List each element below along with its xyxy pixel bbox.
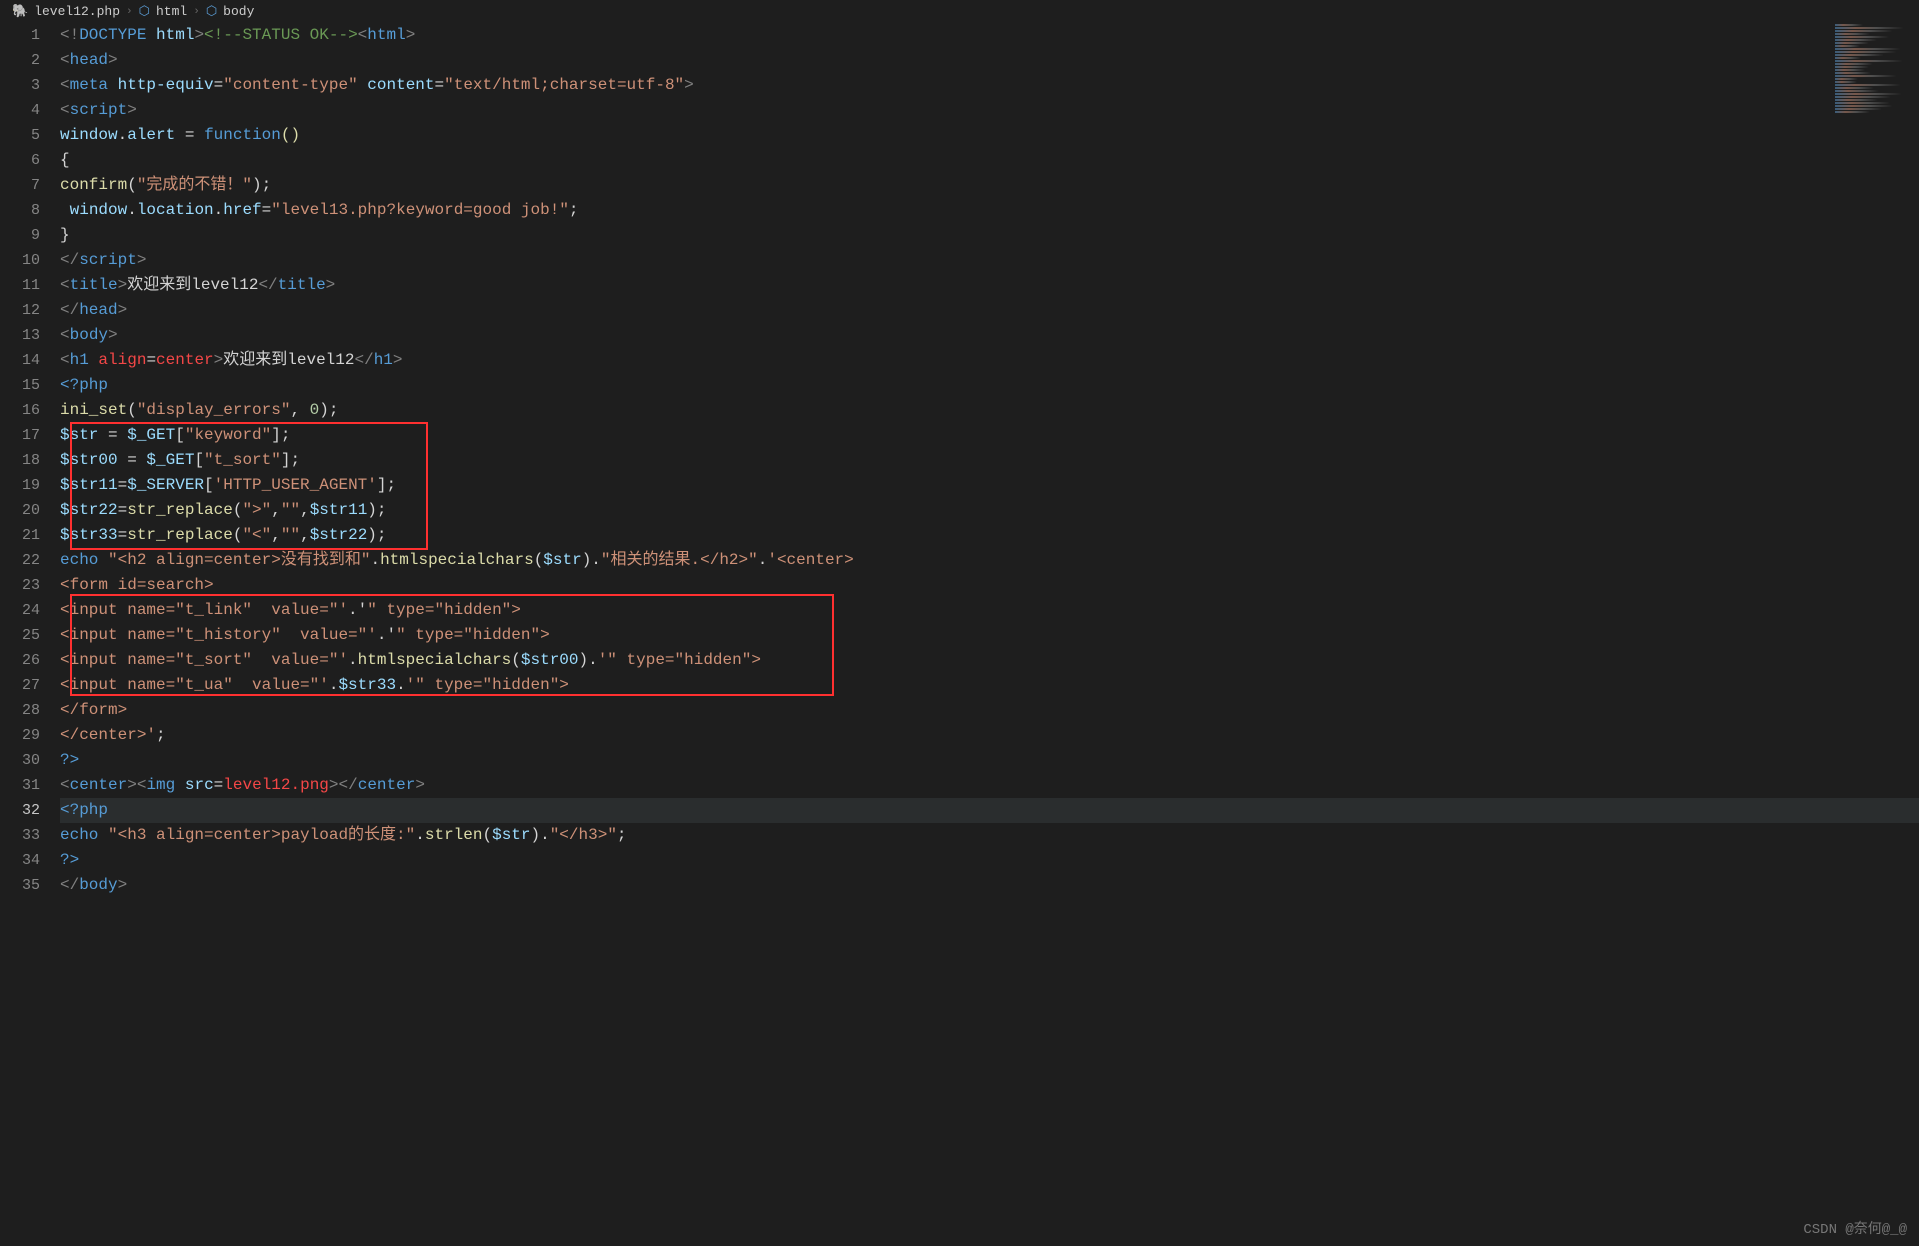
line-gutter: 1234567891011121314151617181920212223242…: [0, 23, 60, 898]
chevron-right-icon: ›: [193, 6, 200, 18]
code-line[interactable]: {: [60, 148, 1919, 173]
code-line[interactable]: $str00 = $_GET["t_sort"];: [60, 448, 1919, 473]
line-number: 2: [0, 48, 40, 73]
line-number: 33: [0, 823, 40, 848]
line-number: 14: [0, 348, 40, 373]
breadcrumb-item[interactable]: body: [223, 4, 254, 19]
line-number: 15: [0, 373, 40, 398]
code-line[interactable]: </body>: [60, 873, 1919, 898]
line-number: 29: [0, 723, 40, 748]
line-number: 10: [0, 248, 40, 273]
code-line[interactable]: ini_set("display_errors", 0);: [60, 398, 1919, 423]
code-line[interactable]: <input name="t_history" value="'.'" type…: [60, 623, 1919, 648]
code-line[interactable]: <script>: [60, 98, 1919, 123]
line-number: 7: [0, 173, 40, 198]
code-line[interactable]: <input name="t_ua" value="'.$str33.'" ty…: [60, 673, 1919, 698]
code-editor[interactable]: 1234567891011121314151617181920212223242…: [0, 23, 1919, 898]
chevron-right-icon: ›: [126, 6, 133, 18]
code-line[interactable]: <!DOCTYPE html><!--STATUS OK--><html>: [60, 23, 1919, 48]
code-line[interactable]: </script>: [60, 248, 1919, 273]
line-number: 20: [0, 498, 40, 523]
line-number: 18: [0, 448, 40, 473]
code-line[interactable]: echo "<h2 align=center>没有找到和".htmlspecia…: [60, 548, 1919, 573]
line-number: 17: [0, 423, 40, 448]
line-number: 13: [0, 323, 40, 348]
breadcrumb[interactable]: 🐘 level12.php › ⬡ html › ⬡ body: [0, 0, 1919, 23]
code-line[interactable]: $str22=str_replace(">","",$str11);: [60, 498, 1919, 523]
code-line[interactable]: }: [60, 223, 1919, 248]
php-icon: 🐘: [12, 4, 28, 19]
code-line[interactable]: $str33=str_replace("<","",$str22);: [60, 523, 1919, 548]
line-number: 24: [0, 598, 40, 623]
line-number: 28: [0, 698, 40, 723]
line-number: 34: [0, 848, 40, 873]
code-line[interactable]: echo "<h3 align=center>payload的长度:".strl…: [60, 823, 1919, 848]
line-number: 25: [0, 623, 40, 648]
cube-icon: ⬡: [139, 4, 150, 19]
minimap[interactable]: [1835, 24, 1915, 124]
line-number: 8: [0, 198, 40, 223]
line-number: 31: [0, 773, 40, 798]
code-line[interactable]: <title>欢迎来到level12</title>: [60, 273, 1919, 298]
code-line[interactable]: $str11=$_SERVER['HTTP_USER_AGENT'];: [60, 473, 1919, 498]
line-number: 6: [0, 148, 40, 173]
line-number: 21: [0, 523, 40, 548]
code-line[interactable]: <meta http-equiv="content-type" content=…: [60, 73, 1919, 98]
code-line[interactable]: <input name="t_sort" value="'.htmlspecia…: [60, 648, 1919, 673]
watermark: CSDN @奈何@_@: [1803, 1218, 1907, 1238]
line-number: 3: [0, 73, 40, 98]
code-line[interactable]: window.alert = function(): [60, 123, 1919, 148]
line-number: 4: [0, 98, 40, 123]
line-number: 32: [0, 798, 40, 823]
code-line[interactable]: <body>: [60, 323, 1919, 348]
code-line[interactable]: <h1 align=center>欢迎来到level12</h1>: [60, 348, 1919, 373]
line-number: 5: [0, 123, 40, 148]
line-number: 27: [0, 673, 40, 698]
line-number: 30: [0, 748, 40, 773]
line-number: 16: [0, 398, 40, 423]
line-number: 35: [0, 873, 40, 898]
cube-icon: ⬡: [206, 4, 217, 19]
code-line[interactable]: ?>: [60, 748, 1919, 773]
code-line[interactable]: </form>: [60, 698, 1919, 723]
code-line[interactable]: <?php: [60, 798, 1919, 823]
code-line[interactable]: confirm("完成的不错！");: [60, 173, 1919, 198]
code-line[interactable]: <input name="t_link" value="'.'" type="h…: [60, 598, 1919, 623]
code-line[interactable]: ?>: [60, 848, 1919, 873]
code-line[interactable]: <center><img src=level12.png></center>: [60, 773, 1919, 798]
code-line[interactable]: window.location.href="level13.php?keywor…: [60, 198, 1919, 223]
code-line[interactable]: </center>';: [60, 723, 1919, 748]
code-line[interactable]: <form id=search>: [60, 573, 1919, 598]
breadcrumb-item[interactable]: html: [156, 4, 187, 19]
code-line[interactable]: $str = $_GET["keyword"];: [60, 423, 1919, 448]
code-line[interactable]: <head>: [60, 48, 1919, 73]
line-number: 22: [0, 548, 40, 573]
code-area[interactable]: <!DOCTYPE html><!--STATUS OK--><html><he…: [60, 23, 1919, 898]
line-number: 19: [0, 473, 40, 498]
code-line[interactable]: <?php: [60, 373, 1919, 398]
line-number: 11: [0, 273, 40, 298]
line-number: 12: [0, 298, 40, 323]
code-line[interactable]: </head>: [60, 298, 1919, 323]
line-number: 23: [0, 573, 40, 598]
line-number: 1: [0, 23, 40, 48]
breadcrumb-file[interactable]: level12.php: [34, 4, 120, 19]
line-number: 26: [0, 648, 40, 673]
line-number: 9: [0, 223, 40, 248]
